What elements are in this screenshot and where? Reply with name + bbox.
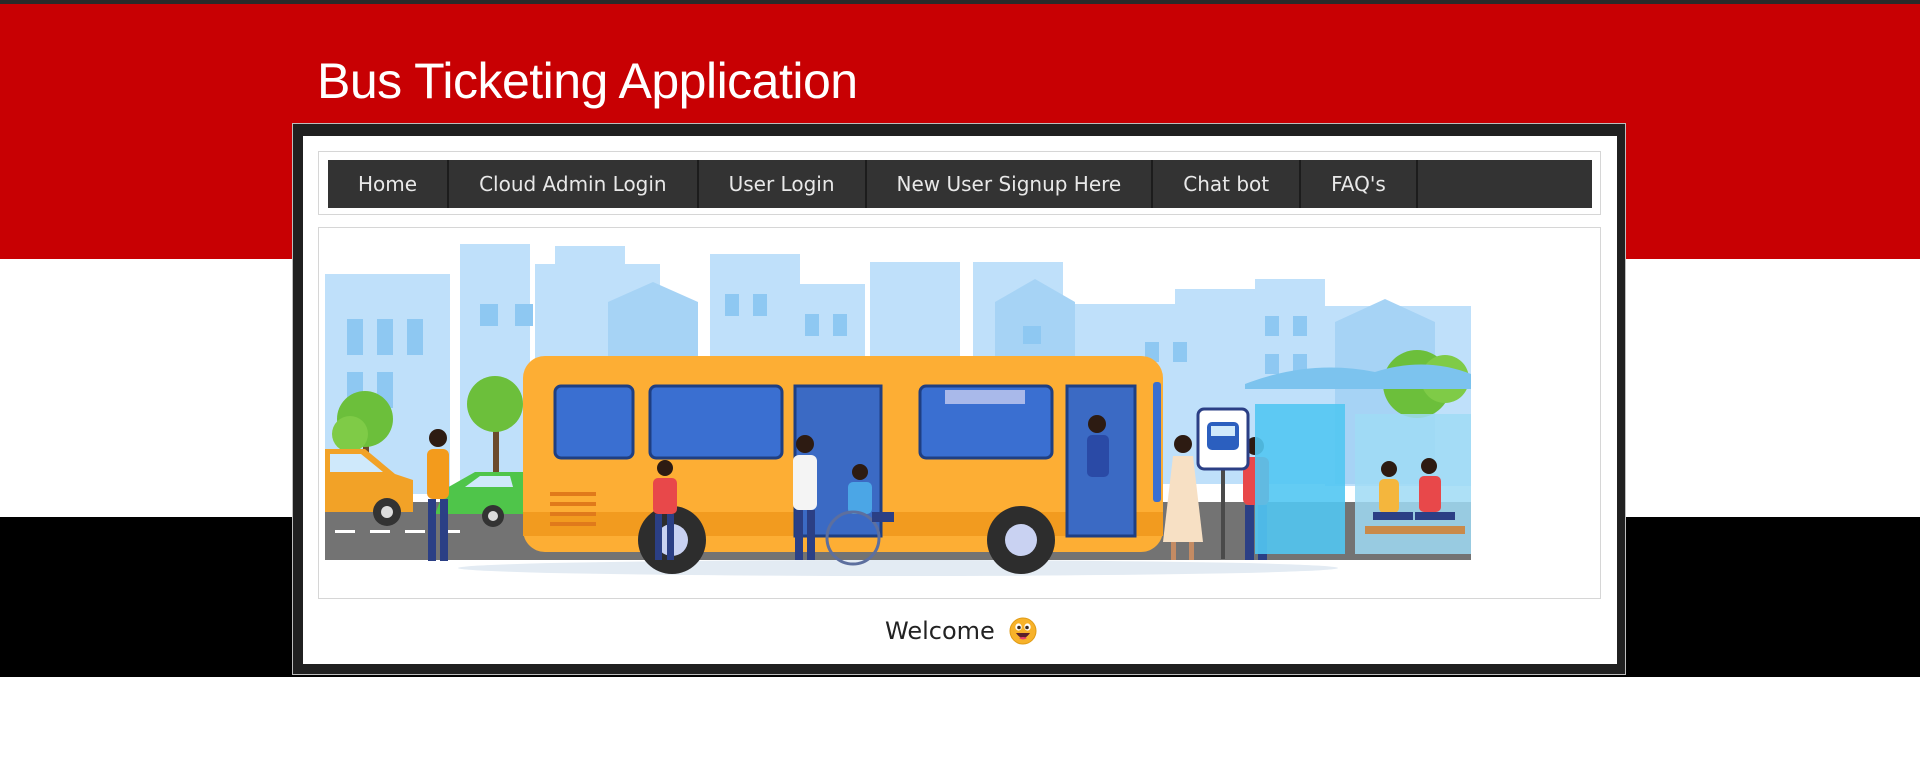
welcome-message: Welcome xyxy=(885,614,1037,648)
site-title: Bus Ticketing Application xyxy=(317,53,858,109)
bus-stop-illustration xyxy=(325,244,1471,584)
nav-item-new-user-signup[interactable]: New User Signup Here xyxy=(867,160,1154,208)
welcome-text: Welcome xyxy=(885,617,995,645)
grinning-face-emoji-icon xyxy=(1009,617,1037,645)
banner-container xyxy=(318,227,1601,599)
nav-item-home[interactable]: Home xyxy=(328,160,450,208)
nav-item-user-login[interactable]: User Login xyxy=(699,160,867,208)
main-navigation: Home Cloud Admin Login User Login New Us… xyxy=(328,160,1592,208)
nav-item-cloud-admin-login[interactable]: Cloud Admin Login xyxy=(449,160,699,208)
nav-item-chat-bot[interactable]: Chat bot xyxy=(1153,160,1302,208)
nav-item-faqs[interactable]: FAQ's xyxy=(1301,160,1418,208)
